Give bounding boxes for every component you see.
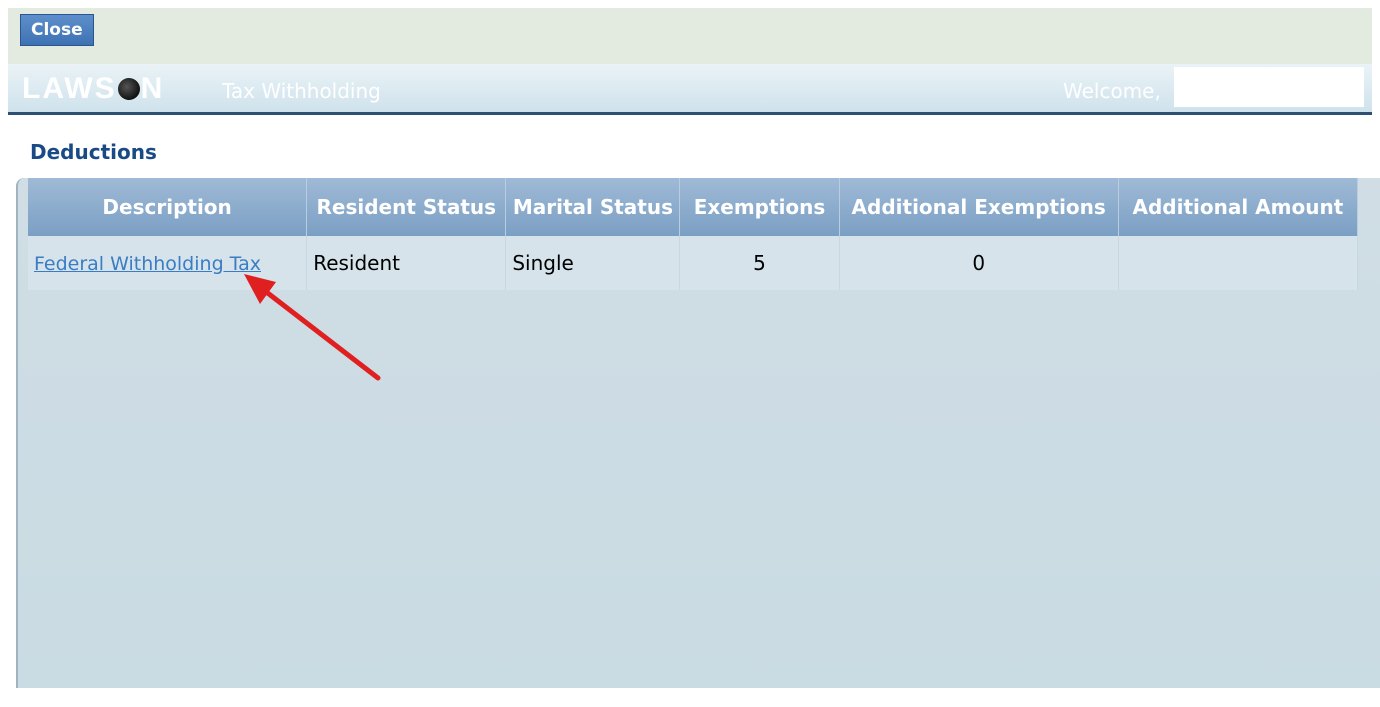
deductions-panel: Description Resident Status Marital Stat… [16,178,1380,688]
cell-marital-status: Single [505,236,681,290]
close-button[interactable]: Close [20,14,94,46]
toolbar: Close [8,8,1372,64]
cell-additional-exemptions: 0 [839,236,1119,290]
header-marital-status[interactable]: Marital Status [505,178,681,236]
welcome-label: Welcome, [1063,79,1161,103]
user-name-box [1174,67,1364,107]
lawson-logo: LAWS N [22,72,164,106]
logo-text-right: N [140,72,165,105]
section-title: Deductions [30,140,157,164]
cell-additional-amount [1118,236,1359,290]
red-arrow-icon [244,274,381,381]
header-additional-amount[interactable]: Additional Amount [1118,178,1359,236]
table-header-row: Description Resident Status Marital Stat… [28,178,1359,236]
page-title: Tax Withholding [222,79,381,103]
header-exemptions[interactable]: Exemptions [679,178,840,236]
logo-text-left: LAWS [22,72,117,105]
header-description[interactable]: Description [28,178,308,236]
header-additional-exemptions[interactable]: Additional Exemptions [839,178,1119,236]
cell-exemptions: 5 [679,236,840,290]
header-resident-status[interactable]: Resident Status [306,178,507,236]
table-row: Federal Withholding Tax Resident Single … [28,236,1359,290]
deductions-table: Description Resident Status Marital Stat… [28,178,1359,290]
header-banner: LAWS N Tax Withholding Welcome, [8,64,1372,115]
logo-globe-icon [117,78,140,100]
federal-withholding-link[interactable]: Federal Withholding Tax [34,253,261,275]
